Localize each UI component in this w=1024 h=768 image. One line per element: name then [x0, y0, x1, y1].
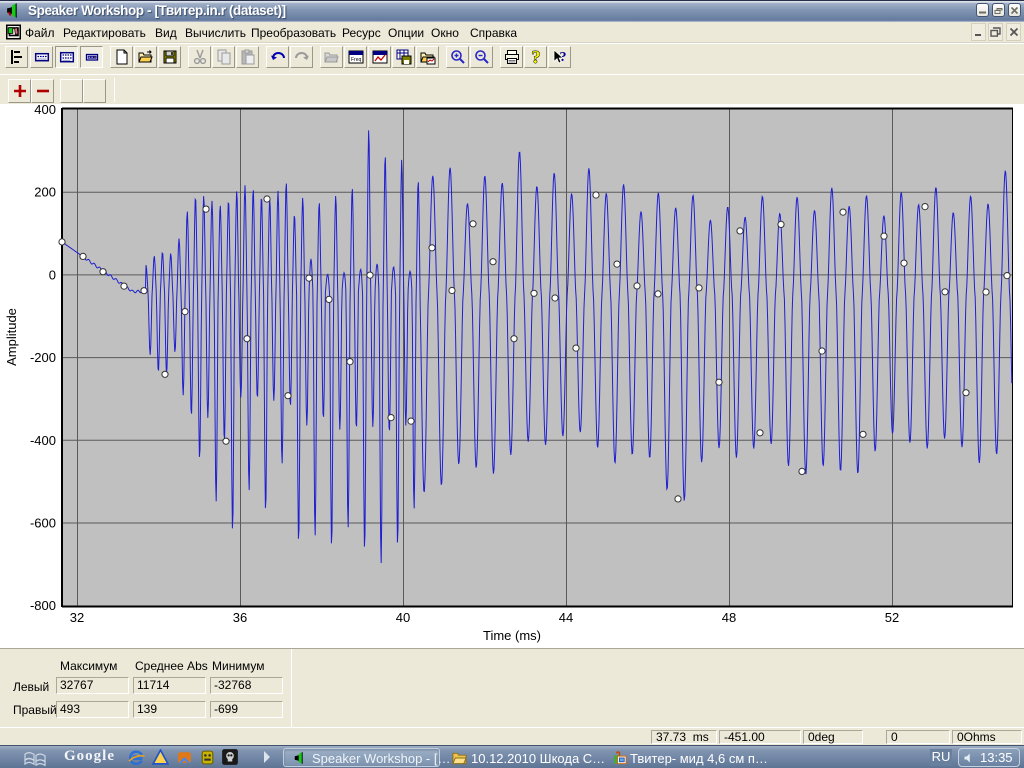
svg-text:48: 48 — [722, 610, 736, 625]
svg-text:200: 200 — [34, 185, 56, 200]
svg-text:Time (ms): Time (ms) — [483, 628, 541, 643]
svg-text:0: 0 — [49, 267, 56, 282]
svg-text:-200: -200 — [30, 350, 56, 365]
svg-text:32: 32 — [70, 610, 84, 625]
svg-text:Amplitude: Amplitude — [4, 308, 19, 366]
svg-text:Freq: Freq — [351, 57, 362, 63]
svg-text:-600: -600 — [30, 516, 56, 531]
svg-text:-800: -800 — [30, 598, 56, 613]
svg-text:-400: -400 — [30, 433, 56, 448]
svg-text:400: 400 — [34, 102, 56, 117]
svg-text:?: ? — [531, 49, 540, 65]
svg-text:44: 44 — [559, 610, 573, 625]
svg-text:52: 52 — [885, 610, 899, 625]
svg-text:40: 40 — [396, 610, 410, 625]
svg-text:36: 36 — [233, 610, 247, 625]
